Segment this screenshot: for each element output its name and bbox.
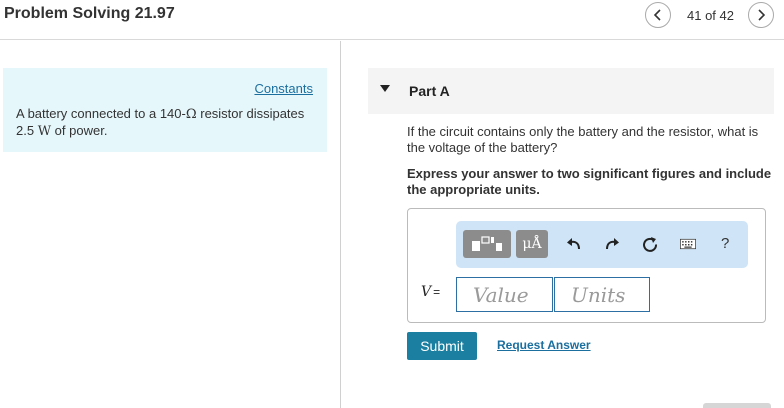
chevron-left-icon [653,9,661,21]
instruction-text: Express your answer to two significant f… [407,166,772,197]
request-answer-link[interactable]: Request Answer [497,338,591,352]
problem-statement: A battery connected to a 140-Ω resistor … [16,106,321,140]
header-bar: Problem Solving 21.97 41 of 42 [0,0,784,40]
collapse-caret-icon[interactable] [380,85,390,92]
ohm-symbol: Ω [185,107,197,122]
answer-area: μÅ ? V = Value Units [407,208,766,323]
redo-button[interactable] [603,235,621,253]
previous-problem-button[interactable] [645,2,671,28]
watt-unit: W [37,124,52,139]
panel-divider [340,41,341,408]
undo-button[interactable] [565,235,583,253]
math-toolbar: μÅ ? [456,221,748,268]
undo-icon [567,238,580,250]
question-text: If the circuit contains only the battery… [407,124,759,155]
problem-navigation: 41 of 42 [645,2,774,28]
variable-symbol: V [421,284,432,300]
problem-statement-panel: Constants A battery connected to a 140-Ω… [3,68,327,152]
part-header[interactable]: Part A [368,68,774,114]
keyboard-button[interactable] [677,235,699,253]
keyboard-icon [680,238,696,250]
chevron-right-icon [758,9,766,21]
units-input[interactable]: Units [554,277,650,312]
next-problem-button[interactable] [748,2,774,28]
equals-sign: = [433,285,441,299]
help-icon[interactable]: ? [721,235,729,252]
constants-link[interactable]: Constants [254,81,313,96]
part-label: Part A [409,83,450,99]
submit-button[interactable]: Submit [407,332,477,360]
answer-variable: V = [421,284,440,300]
templates-button[interactable] [463,230,511,258]
problem-text-end: of power. [51,123,108,138]
units-button[interactable]: μÅ [516,230,548,258]
scroll-indicator [703,403,771,408]
problem-text-start: A battery connected to a 140- [16,106,186,121]
reset-button[interactable] [641,235,659,253]
problem-counter: 41 of 42 [687,7,734,23]
templates-icon [472,236,502,251]
problem-title: Problem Solving 21.97 [4,5,175,22]
reset-icon [643,237,658,252]
value-input[interactable]: Value [456,277,553,312]
redo-icon [606,238,619,250]
